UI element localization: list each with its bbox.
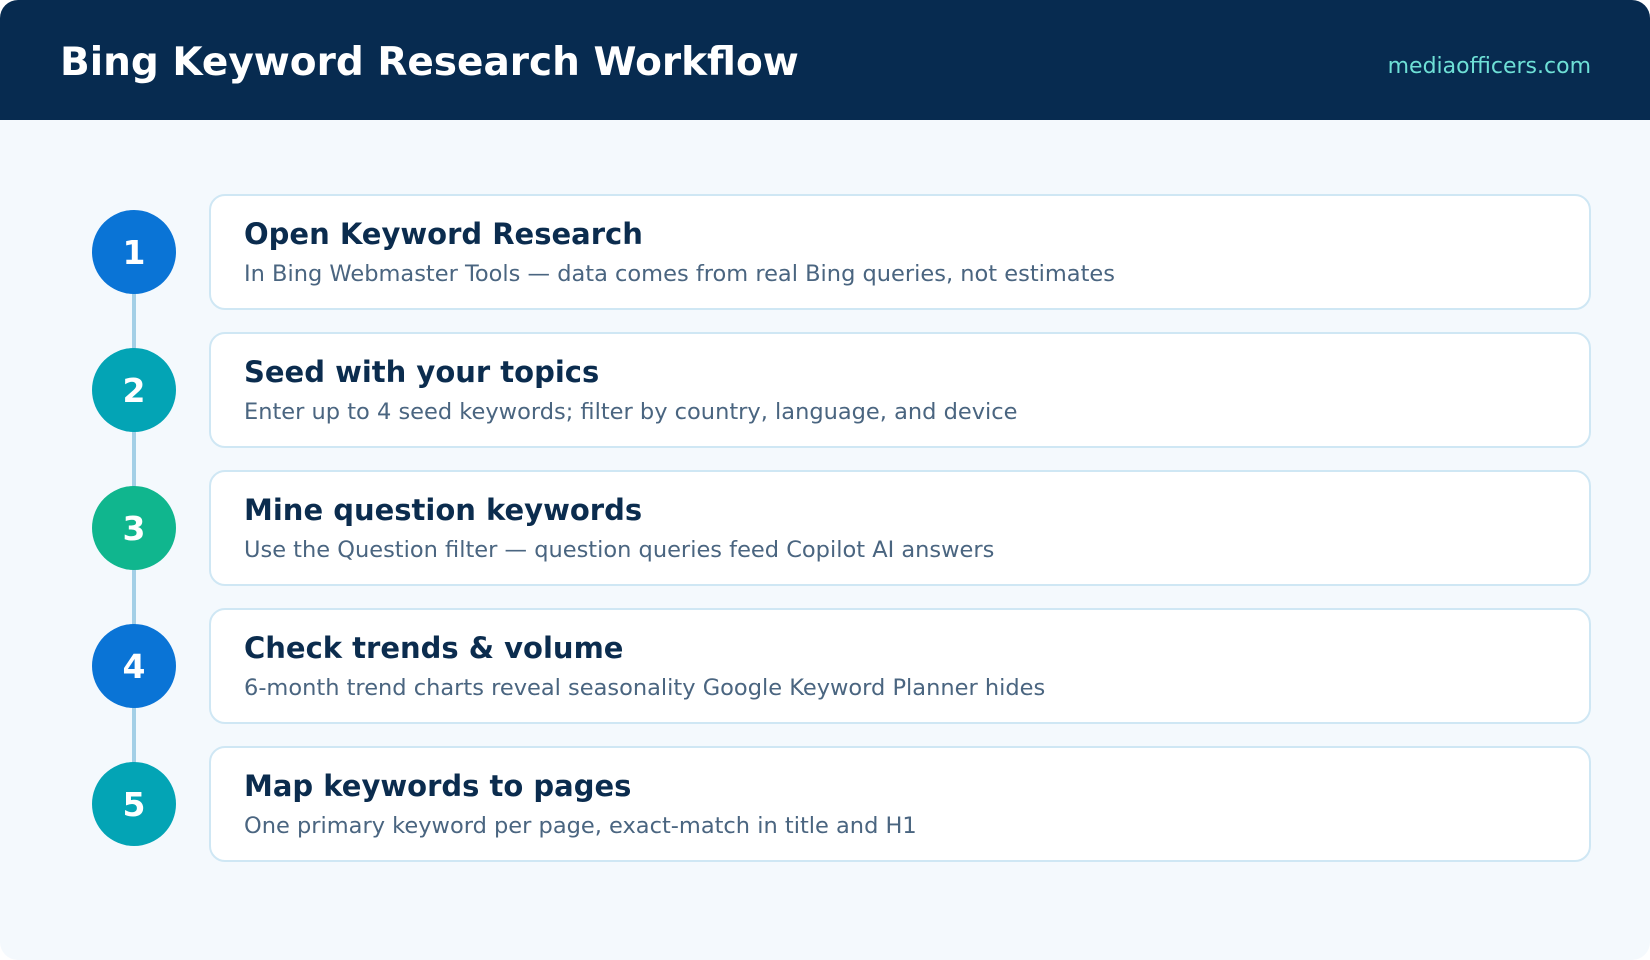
site-credit: mediaofficers.com bbox=[1387, 54, 1591, 79]
step-3-badge: 3 bbox=[92, 486, 176, 570]
header-bar: Bing Keyword Research Workflow mediaoffi… bbox=[0, 0, 1650, 120]
step-4-title: Check trends & volume bbox=[244, 631, 624, 665]
step-3-description: Use the Question filter — question queri… bbox=[244, 537, 995, 563]
step-5-card: Map keywords to pages One primary keywor… bbox=[209, 746, 1591, 862]
step-3-title: Mine question keywords bbox=[244, 493, 643, 527]
step-2-description: Enter up to 4 seed keywords; filter by c… bbox=[244, 399, 1018, 425]
page-title: Bing Keyword Research Workflow bbox=[60, 40, 799, 85]
step-1-card: Open Keyword Research In Bing Webmaster … bbox=[209, 194, 1591, 310]
step-5-badge: 5 bbox=[92, 762, 176, 846]
step-2-title: Seed with your topics bbox=[244, 355, 600, 389]
step-4-description: 6-month trend charts reveal seasonality … bbox=[244, 675, 1046, 701]
step-1-badge: 1 bbox=[92, 210, 176, 294]
step-5-description: One primary keyword per page, exact-matc… bbox=[244, 813, 917, 839]
step-3-card: Mine question keywords Use the Question … bbox=[209, 470, 1591, 586]
step-1-title: Open Keyword Research bbox=[244, 217, 643, 251]
step-4-card: Check trends & volume 6-month trend char… bbox=[209, 608, 1591, 724]
step-2-card: Seed with your topics Enter up to 4 seed… bbox=[209, 332, 1591, 448]
step-2-badge: 2 bbox=[92, 348, 176, 432]
step-5-title: Map keywords to pages bbox=[244, 769, 632, 803]
workflow-infographic: Bing Keyword Research Workflow mediaoffi… bbox=[0, 0, 1650, 960]
step-1-description: In Bing Webmaster Tools — data comes fro… bbox=[244, 261, 1115, 287]
step-4-badge: 4 bbox=[92, 624, 176, 708]
